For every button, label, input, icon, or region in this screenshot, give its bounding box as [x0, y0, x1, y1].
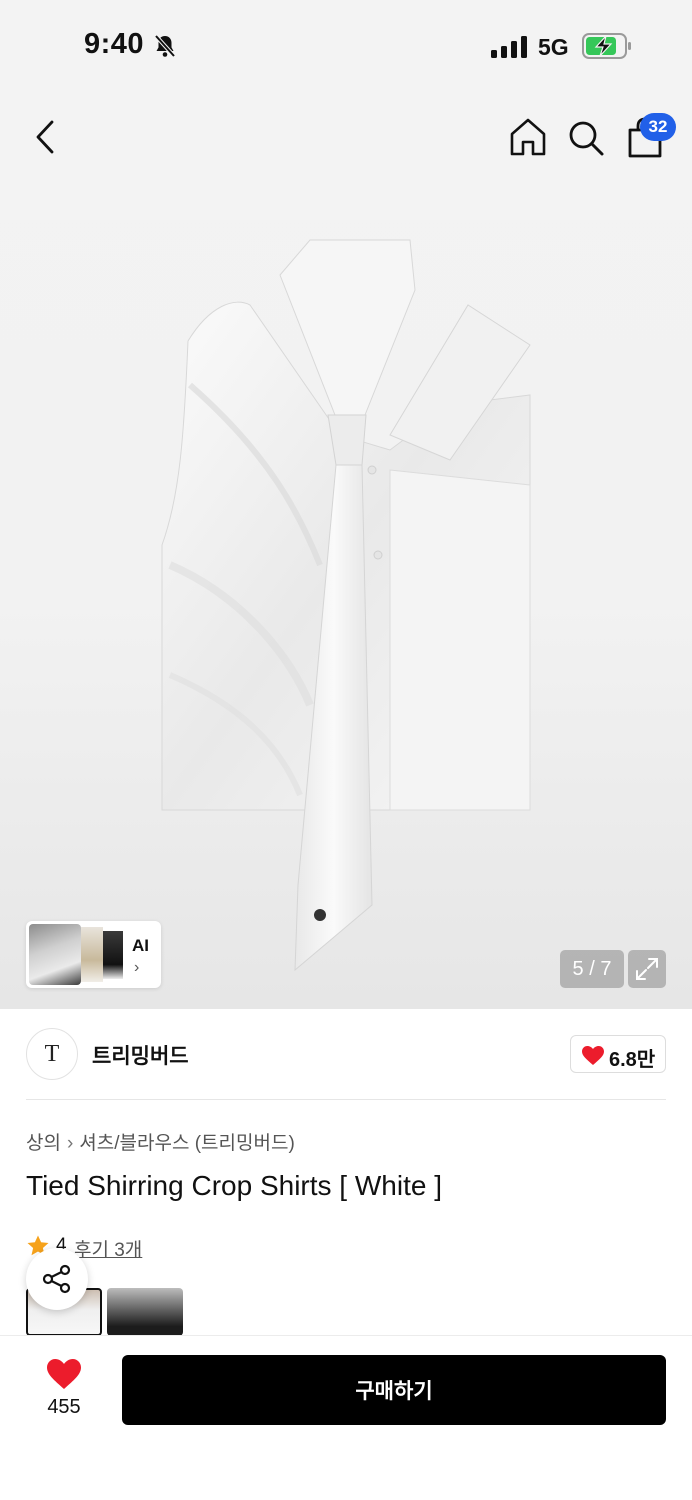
breadcrumb-subcategory[interactable]: 셔츠/블라우스 (트리밍버드)	[79, 1133, 295, 1154]
buy-button[interactable]: 구매하기	[122, 1355, 666, 1425]
expand-image-button[interactable]	[628, 950, 666, 988]
search-icon[interactable]	[566, 116, 606, 158]
heart-icon	[582, 1046, 604, 1065]
breadcrumb-separator: ›	[66, 1133, 74, 1154]
image-page-counter: 5 / 7	[560, 950, 624, 988]
product-image	[161, 239, 531, 972]
ai-style-thumbnail	[103, 931, 123, 979]
color-option-black[interactable]	[107, 1288, 183, 1336]
ai-style-thumbnail	[81, 927, 103, 982]
status-bar: 9:40 5G	[0, 0, 692, 92]
review-link[interactable]: 후기 3개	[74, 1235, 142, 1262]
product-title: Tied Shirring Crop Shirts [ White ]	[26, 1170, 442, 1201]
breadcrumb-category[interactable]: 상의	[26, 1133, 61, 1154]
brand-logo[interactable]: T	[26, 1028, 78, 1080]
battery-charging-icon	[582, 33, 631, 59]
brand-name[interactable]: 트리밍버드	[92, 1040, 189, 1070]
brand-like-button[interactable]: 6.8만	[570, 1035, 666, 1073]
breadcrumb: 상의 › 셔츠/블라우스 (트리밍버드)	[26, 1128, 295, 1155]
ai-styling-card[interactable]: AI ›	[26, 921, 161, 988]
back-icon[interactable]	[30, 116, 60, 158]
ai-style-thumbnail	[29, 924, 81, 985]
wishlist-heart-icon[interactable]	[46, 1358, 82, 1390]
bell-muted-icon	[154, 34, 176, 58]
ai-label: AI	[132, 936, 149, 955]
cart-count-badge: 32	[640, 113, 676, 141]
chevron-right-icon: ›	[134, 959, 140, 976]
share-icon	[42, 1264, 71, 1294]
expand-icon	[636, 958, 658, 980]
divider	[26, 1099, 666, 1100]
brand-like-count: 6.8만	[609, 1049, 656, 1071]
network-type: 5G	[538, 34, 569, 60]
status-time: 9:40	[84, 28, 145, 60]
brand-logo-text: T	[44, 1041, 60, 1067]
home-icon[interactable]	[508, 116, 548, 158]
cellular-signal-icon	[491, 36, 527, 58]
wishlist-count: 455	[47, 1396, 81, 1418]
share-button[interactable]	[26, 1248, 88, 1310]
